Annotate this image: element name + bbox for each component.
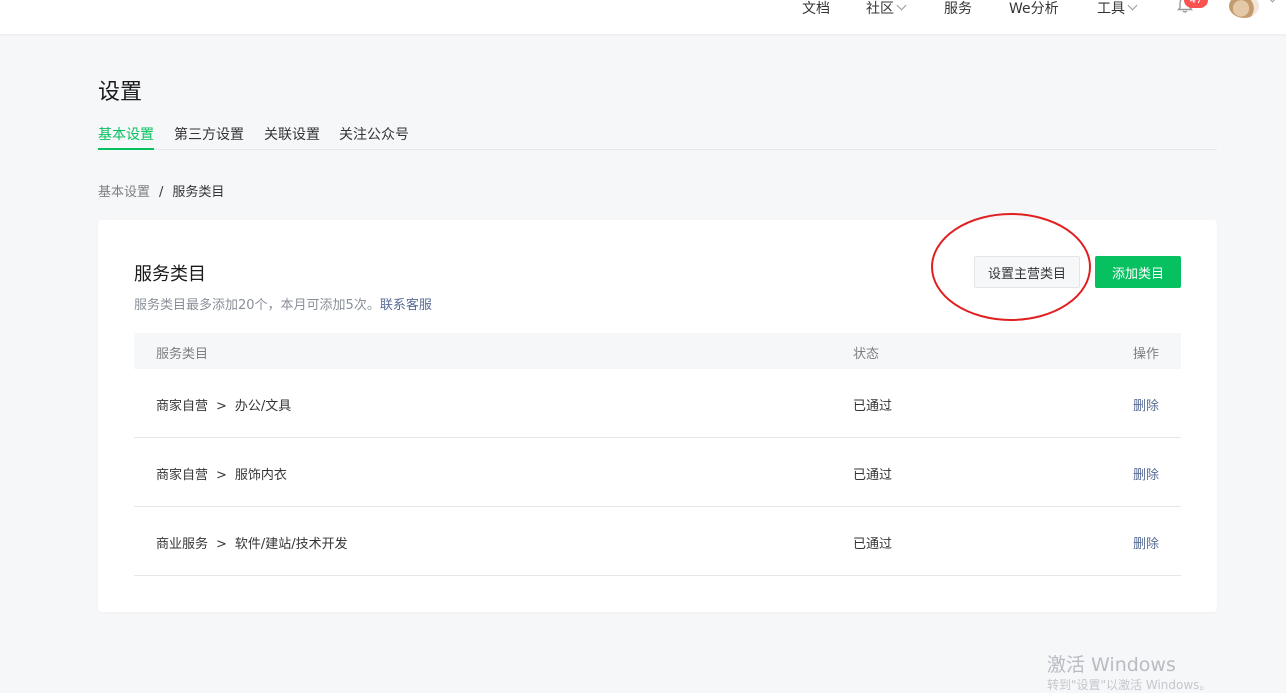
nav-service[interactable]: 服务 [944, 0, 972, 18]
header-category: 服务类目 [156, 347, 209, 362]
row-status: 已通过 [853, 537, 893, 552]
tab-third-party-settings[interactable]: 第三方设置 [174, 124, 244, 150]
nav-community[interactable]: 社区 [866, 0, 907, 18]
row-status: 已通过 [853, 468, 893, 483]
breadcrumb-separator: / [159, 185, 164, 200]
delete-link[interactable]: 删除 [1133, 464, 1159, 483]
category-secondary: 服饰内衣 [234, 468, 287, 483]
category-primary: 商业服务 [156, 537, 209, 552]
nav-we-analysis[interactable]: We分析 [1009, 0, 1059, 18]
header-action: 操作 [1132, 347, 1159, 362]
nav-tools[interactable]: 工具 [1097, 0, 1138, 18]
add-category-button[interactable]: 添加类目 [1095, 256, 1181, 288]
chevron-down-icon [1127, 0, 1138, 10]
contact-support-link[interactable]: 联系客服 [380, 298, 432, 313]
table-header: 服务类目 状态 操作 [134, 333, 1181, 369]
row-category: 商家自营 > 办公/文具 [156, 395, 291, 414]
row-category: 商家自营 > 服饰内衣 [156, 464, 287, 483]
nav-tools-label: 工具 [1097, 1, 1125, 17]
service-category-card: 服务类目 服务类目最多添加20个，本月可添加5次。联系客服 设置主营类目 添加类… [98, 220, 1217, 612]
tab-basic-settings[interactable]: 基本设置 [98, 124, 154, 150]
category-primary: 商家自营 [156, 468, 209, 483]
breadcrumb-parent[interactable]: 基本设置 [98, 185, 150, 200]
category-arrow: > [216, 468, 227, 483]
table-row: 商家自营 > 办公/文具 已通过 删除 [134, 369, 1181, 438]
breadcrumb: 基本设置 / 服务类目 [98, 181, 224, 200]
category-secondary: 软件/建站/技术开发 [234, 537, 348, 552]
row-status: 已通过 [853, 399, 893, 414]
card-title: 服务类目 [134, 264, 206, 285]
header-status: 状态 [853, 347, 880, 362]
row-category: 商业服务 > 软件/建站/技术开发 [156, 533, 348, 552]
windows-activation-subtitle: 转到"设置"以激活 Windows。 [1047, 678, 1212, 692]
category-arrow: > [216, 537, 227, 552]
top-bar: 文档 社区 服务 We分析 工具 47 [0, 0, 1286, 34]
delete-link[interactable]: 删除 [1133, 533, 1159, 552]
page-title: 设置 [98, 80, 143, 105]
category-arrow: > [216, 399, 227, 414]
card-description: 服务类目最多添加20个，本月可添加5次。联系客服 [134, 294, 432, 313]
table-row: 商家自营 > 服饰内衣 已通过 删除 [134, 438, 1181, 507]
tab-follow-official-account[interactable]: 关注公众号 [339, 124, 409, 150]
nav-docs[interactable]: 文档 [802, 0, 830, 18]
breadcrumb-current: 服务类目 [172, 185, 225, 200]
category-primary: 商家自营 [156, 399, 209, 414]
top-nav: 文档 社区 服务 We分析 工具 [0, 0, 1286, 20]
nav-community-label: 社区 [866, 1, 894, 17]
set-main-category-button[interactable]: 设置主营类目 [974, 256, 1080, 288]
card-description-text: 服务类目最多添加20个，本月可添加5次。 [134, 298, 380, 313]
category-secondary: 办公/文具 [234, 399, 292, 414]
windows-activation-title: 激活 Windows [1047, 654, 1176, 676]
tab-bar: 基本设置 第三方设置 关联设置 关注公众号 [98, 124, 1217, 150]
category-table: 服务类目 状态 操作 商家自营 > 办公/文具 已通过 删除 商家自营 > 服饰内衣 已… [134, 333, 1181, 576]
tab-related-settings[interactable]: 关联设置 [264, 124, 320, 150]
table-row: 商业服务 > 软件/建站/技术开发 已通过 删除 [134, 507, 1181, 576]
delete-link[interactable]: 删除 [1133, 395, 1159, 414]
chevron-down-icon [896, 0, 907, 10]
